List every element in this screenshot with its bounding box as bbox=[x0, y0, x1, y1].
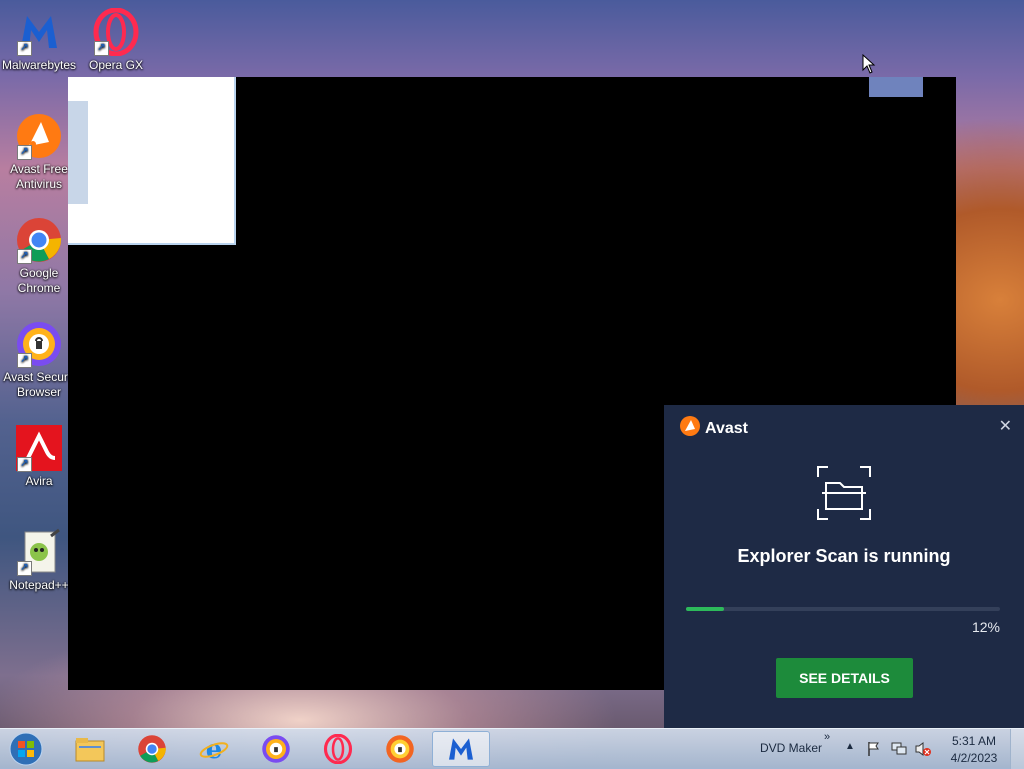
desktop-icon-label: Google Chrome bbox=[17, 266, 61, 295]
close-icon[interactable]: ✕ bbox=[999, 416, 1012, 435]
volume-muted-icon[interactable] bbox=[914, 741, 932, 761]
white-panel bbox=[68, 77, 236, 245]
show-desktop-button[interactable] bbox=[1010, 729, 1024, 769]
desktop-icon-opera-gx[interactable]: ↗ Opera GX bbox=[78, 7, 154, 73]
desktop-icon-label: Avira bbox=[25, 474, 53, 488]
taskbar-internet-explorer[interactable]: e bbox=[186, 731, 242, 767]
folder-scan-icon bbox=[816, 465, 872, 521]
avast-secure-browser-icon bbox=[262, 735, 290, 763]
start-icon bbox=[9, 732, 43, 766]
desktop-icon-label: Notepad++ bbox=[9, 578, 69, 592]
opera-icon bbox=[323, 734, 353, 764]
scan-title: Explorer Scan is running bbox=[737, 546, 951, 566]
see-details-button[interactable]: SEE DETAILS bbox=[776, 658, 913, 698]
taskbar-opera[interactable] bbox=[310, 731, 366, 767]
desktop-icon-malwarebytes[interactable]: ↗ Malwarebytes bbox=[1, 8, 77, 73]
avast-notification: Avast ✕ Explorer Scan is running 12% SEE… bbox=[664, 405, 1024, 728]
avast-icon: ↗ bbox=[15, 112, 63, 160]
desktop-icon-label: Avast Secure Browser bbox=[3, 370, 75, 399]
taskbar-malwarebytes[interactable] bbox=[432, 731, 490, 767]
avira-icon: ↗ bbox=[15, 424, 63, 472]
opera-gx-icon: ↗ bbox=[92, 7, 140, 57]
desktop-icon-avira[interactable]: ↗ Avira bbox=[1, 424, 77, 489]
scan-progress-fill bbox=[686, 607, 724, 611]
malwarebytes-icon bbox=[449, 738, 473, 760]
start-button[interactable] bbox=[6, 731, 46, 767]
show-hidden-icons-icon[interactable]: ▲ bbox=[845, 741, 855, 752]
chrome-icon bbox=[138, 735, 166, 763]
taskbar-avast-secure-browser[interactable] bbox=[248, 731, 304, 767]
taskbar: e DVD Maker » ▲ 5:31 AM 4/2/2023 bbox=[0, 728, 1024, 769]
file-explorer-icon bbox=[75, 738, 105, 762]
taskbar-file-explorer[interactable] bbox=[62, 731, 118, 767]
taskbar-chrome[interactable] bbox=[124, 731, 180, 767]
scan-progress-bar bbox=[686, 607, 1000, 611]
mouse-cursor-icon bbox=[862, 53, 876, 78]
clock-date[interactable]: 4/2/2023 bbox=[946, 751, 1002, 765]
desktop-icon-chrome[interactable]: ↗ Google Chrome bbox=[1, 216, 77, 296]
avast-logo-icon bbox=[680, 416, 700, 441]
network-icon[interactable] bbox=[890, 741, 908, 761]
toolbar-expand-icon[interactable]: » bbox=[824, 731, 830, 743]
svg-text:e: e bbox=[206, 735, 223, 764]
chrome-icon: ↗ bbox=[15, 216, 63, 264]
desktop-icon-label: Opera GX bbox=[88, 58, 144, 72]
desktop-icon-label: Malwarebytes bbox=[1, 58, 77, 72]
desktop-icon-notepadpp[interactable]: ↗ Notepad++ bbox=[1, 528, 77, 593]
avast-secure-browser-icon: ↗ bbox=[15, 320, 63, 368]
clock-time[interactable]: 5:31 AM bbox=[950, 734, 998, 748]
notepadpp-icon: ↗ bbox=[15, 528, 63, 576]
malwarebytes-icon: ↗ bbox=[15, 8, 63, 56]
avast-browser-icon bbox=[386, 735, 414, 763]
scan-progress-percent: 12% bbox=[971, 619, 1000, 635]
action-center-flag-icon[interactable] bbox=[866, 741, 882, 761]
internet-explorer-icon: e bbox=[199, 735, 229, 764]
window-strip bbox=[869, 77, 923, 97]
avast-brand-label: Avast bbox=[705, 419, 748, 437]
desktop-icon-avast[interactable]: ↗ Avast Free Antivirus bbox=[1, 112, 77, 192]
avast-brand: Avast bbox=[680, 416, 748, 441]
dvd-maker-toolbar[interactable]: DVD Maker bbox=[760, 741, 822, 755]
desktop-icon-label: Avast Free Antivirus bbox=[10, 162, 68, 191]
taskbar-avast-browser[interactable] bbox=[372, 731, 428, 767]
panel-gap bbox=[68, 101, 88, 204]
desktop-icon-avast-secure-browser[interactable]: ↗ Avast Secure Browser bbox=[1, 320, 77, 400]
